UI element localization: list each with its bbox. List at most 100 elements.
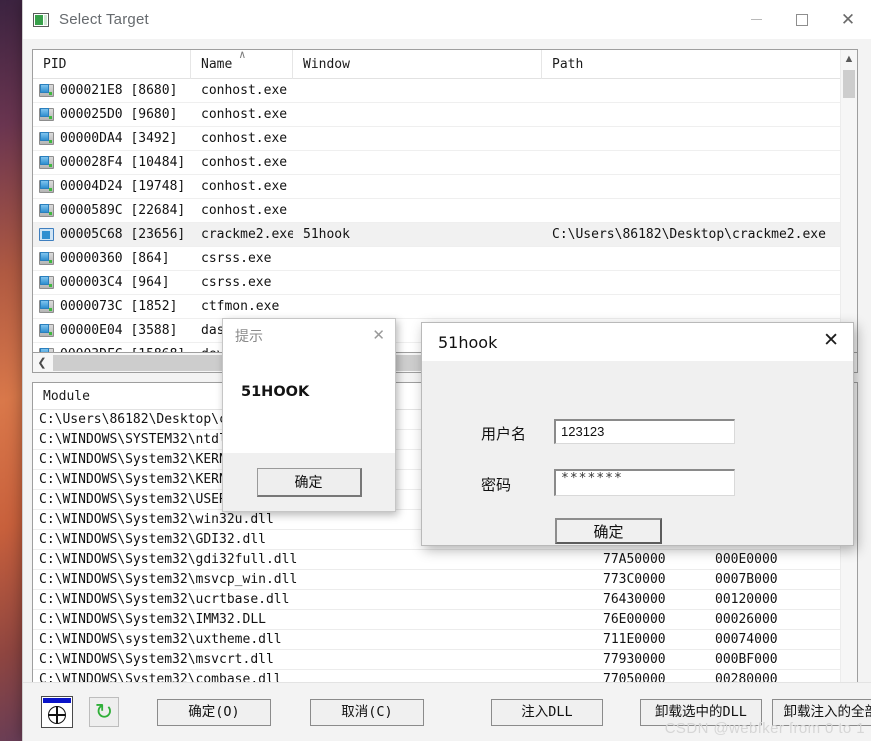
process-path-cell — [542, 151, 842, 175]
process-name-cell: conhost.exe — [191, 151, 293, 175]
table-row[interactable]: C:\WINDOWS\System32\gdi32full.dll77A5000… — [33, 550, 857, 570]
process-name-cell: csrss.exe — [191, 271, 293, 295]
process-window-cell — [293, 151, 542, 175]
tip-close-icon[interactable]: ✕ — [372, 326, 385, 344]
process-window-cell: 51hook — [293, 223, 542, 247]
cancel-button[interactable]: 取消(C) — [310, 699, 424, 726]
inject-dll-button[interactable]: 注入DLL — [491, 699, 603, 726]
column-header-pid[interactable]: PID — [33, 50, 191, 79]
table-row[interactable]: 000025D0 [9680]conhost.exe — [33, 103, 857, 127]
process-window-cell — [293, 199, 542, 223]
process-path-cell — [542, 247, 842, 271]
table-row[interactable]: C:\WINDOWS\system32\uxtheme.dll711E00000… — [33, 630, 857, 650]
column-header-name-label: Name — [201, 57, 232, 72]
module-size-cell: 00120000 — [705, 590, 817, 610]
process-window-cell — [293, 127, 542, 151]
table-row[interactable]: 000003C4 [964]csrss.exe — [33, 271, 857, 295]
hook-close-icon[interactable]: ✕ — [823, 331, 839, 350]
process-list-panel: PID Name ∧ Window Path 000021E8 [8680] co… — [32, 49, 858, 353]
table-row[interactable]: 0000589C [22684]conhost.exe — [33, 199, 857, 223]
ok-button[interactable]: 确定(O) — [157, 699, 271, 726]
process-path-cell — [542, 103, 842, 127]
process-path-cell — [542, 199, 842, 223]
module-path-cell: C:\WINDOWS\system32\uxtheme.dll — [33, 630, 593, 650]
process-pid-text: 000021E8 [8680] — [60, 79, 177, 102]
process-name-cell: conhost.exe — [191, 79, 293, 103]
tip-ok-button[interactable]: 确定 — [257, 468, 362, 497]
watermark-text: CSDN @webfker from 0 to 1 — [665, 720, 865, 737]
close-icon: ✕ — [841, 11, 855, 28]
process-pid-cell: 00000E04 [3588] — [33, 319, 191, 343]
process-path-cell — [542, 295, 842, 319]
column-header-path[interactable]: Path — [542, 50, 842, 79]
hook-ok-button[interactable]: 确定 — [555, 518, 662, 544]
process-name-cell: conhost.exe — [191, 127, 293, 151]
process-name-cell: csrss.exe — [191, 247, 293, 271]
refresh-arrows-icon[interactable]: ↻ — [89, 697, 119, 727]
table-row[interactable]: 00000360 [864]csrss.exe — [33, 247, 857, 271]
process-pid-cell: 00005C68 [23656] — [33, 223, 191, 247]
module-size-cell: 000E0000 — [705, 550, 817, 570]
table-row[interactable]: C:\WINDOWS\System32\IMM32.DLL76E00000000… — [33, 610, 857, 630]
table-row[interactable]: 00000DA4 [3492] conhost.exe — [33, 127, 857, 151]
module-size-cell: 0007B000 — [705, 570, 817, 590]
window-controls: ✕ — [733, 0, 871, 39]
process-path-cell — [542, 79, 842, 103]
process-window-cell — [293, 295, 542, 319]
process-pid-cell: 000025D0 [9680] — [33, 103, 191, 127]
tip-title: 提示 — [235, 326, 263, 346]
process-pid-cell: 00003DFC [15868] — [33, 343, 191, 354]
tip-messagebox: 提示 ✕ 51HOOK 确定 — [222, 318, 396, 512]
table-row[interactable]: C:\WINDOWS\System32\ucrtbase.dll76430000… — [33, 590, 857, 610]
process-icon — [39, 84, 54, 97]
crosshair-target-icon[interactable] — [41, 696, 73, 728]
table-row[interactable]: 0000073C [1852]ctfmon.exe — [33, 295, 857, 319]
table-row[interactable]: 000021E8 [8680] conhost.exe — [33, 79, 857, 103]
process-path-cell — [542, 127, 842, 151]
process-path-cell: C:\Users\86182\Desktop\crackme2.exe — [542, 223, 842, 247]
process-list-vertical-scrollbar[interactable]: ▲ — [840, 50, 857, 353]
close-button[interactable]: ✕ — [825, 0, 871, 39]
module-extra-cell — [817, 570, 842, 590]
process-pid-cell: 00004D24 [19748] — [33, 175, 191, 199]
table-row[interactable]: 00005C68 [23656]crackme2.exe51hookC:\Use… — [33, 223, 857, 247]
password-input[interactable]: ******* — [554, 469, 735, 496]
minimize-icon — [751, 19, 762, 20]
process-list-header: PID Name ∧ Window Path — [33, 50, 857, 79]
process-list-body[interactable]: 000021E8 [8680]conhost.exe000025D0 [9680… — [33, 79, 857, 353]
process-path-cell — [542, 271, 842, 295]
module-path-cell: C:\WINDOWS\System32\ucrtbase.dll — [33, 590, 593, 610]
column-header-name[interactable]: Name ∧ — [191, 50, 293, 79]
scroll-up-icon[interactable]: ▲ — [841, 50, 857, 68]
process-pid-text: 00000DA4 [3492] — [60, 127, 177, 150]
process-window-cell — [293, 271, 542, 295]
table-row[interactable]: 00004D24 [19748]conhost.exe — [33, 175, 857, 199]
username-input[interactable]: 123123 — [554, 419, 735, 444]
column-header-window[interactable]: Window — [293, 50, 542, 79]
bottom-toolbar: ↻ 确定(O) 取消(C) 注入DLL 卸载选中的DLL 卸载注入的全部DLL … — [23, 682, 871, 741]
process-pid-text: 000028F4 [10484] — [60, 151, 185, 174]
process-pid-cell: 00000DA4 [3492] — [33, 127, 191, 151]
process-window-cell — [293, 247, 542, 271]
crosshair-glyph — [48, 706, 66, 724]
process-pid-cell: 0000073C [1852] — [33, 295, 191, 319]
password-label: 密码 — [481, 474, 511, 495]
maximize-button[interactable] — [779, 0, 825, 39]
process-pid-cell: 00000360 [864] — [33, 247, 191, 271]
table-row[interactable]: C:\WINDOWS\System32\msvcp_win.dll773C000… — [33, 570, 857, 590]
process-pid-text: 000025D0 [9680] — [60, 103, 177, 126]
tip-body: 51HOOK — [223, 352, 395, 455]
process-icon — [39, 324, 54, 337]
minimize-button[interactable] — [733, 0, 779, 39]
process-icon — [39, 252, 54, 265]
process-pid-text: 00003DFC [15868] — [60, 343, 185, 353]
table-row[interactable]: C:\WINDOWS\System32\msvcrt.dll7793000000… — [33, 650, 857, 670]
process-path-cell — [542, 175, 842, 199]
module-path-cell: C:\WINDOWS\System32\msvcrt.dll — [33, 650, 593, 670]
scroll-left-icon[interactable]: ❮ — [33, 356, 51, 369]
scrollbar-thumb[interactable] — [843, 70, 855, 98]
table-row[interactable]: 000028F4 [10484] conhost.exe — [33, 151, 857, 175]
module-base-cell: 76E00000 — [593, 610, 705, 630]
module-base-cell: 77930000 — [593, 650, 705, 670]
hook-login-dialog: 51hook ✕ 用户名 123123 密码 ******* 确定 — [421, 322, 854, 546]
